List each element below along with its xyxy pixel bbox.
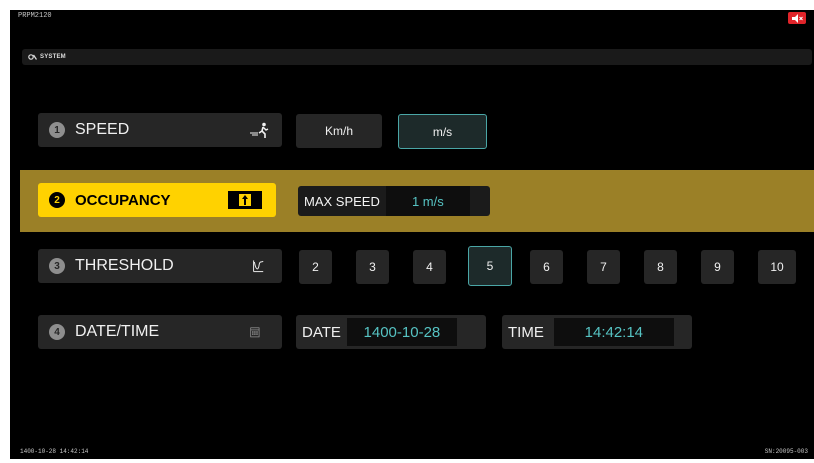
setting-label: SPEED <box>75 121 130 138</box>
mute-button[interactable] <box>788 12 806 24</box>
max-speed-field[interactable]: MAX SPEED 1 m/s <box>298 186 490 216</box>
waveform-icon <box>253 260 264 273</box>
footer-serial: SN:20095-003 <box>764 448 808 455</box>
threshold-option-8[interactable]: 8 <box>644 250 677 284</box>
walking-person-icon <box>250 122 269 138</box>
date-value: 1400-10-28 <box>346 318 457 346</box>
setting-threshold[interactable]: 3 THRESHOLD <box>38 249 282 283</box>
date-field[interactable]: DATE 1400-10-28 <box>296 315 486 349</box>
device-screen: PRPM2120 SYSTEM 1 SPEED Km/h m/s 2 OCCUP… <box>10 10 814 459</box>
time-field[interactable]: TIME 14:42:14 <box>502 315 692 349</box>
setting-label: OCCUPANCY <box>75 191 171 209</box>
door-exit-icon <box>228 191 262 209</box>
setting-occupancy[interactable]: 2 OCCUPANCY <box>38 183 276 217</box>
footer-timestamp: 1400-10-28 14:42:14 <box>20 448 89 455</box>
system-header: SYSTEM <box>22 49 812 65</box>
threshold-option-2[interactable]: 2 <box>299 250 332 284</box>
page-title: SYSTEM <box>40 54 66 60</box>
calendar-icon <box>250 327 260 338</box>
unit-kmh-button[interactable]: Km/h <box>296 114 382 148</box>
max-speed-label: MAX SPEED <box>304 193 380 209</box>
setting-number: 1 <box>49 122 65 138</box>
threshold-option-4[interactable]: 4 <box>413 250 446 284</box>
setting-label: DATE/TIME <box>75 323 160 340</box>
time-label: TIME <box>508 323 544 341</box>
threshold-option-10[interactable]: 10 <box>758 250 796 284</box>
time-value: 14:42:14 <box>553 318 674 346</box>
setting-number: 3 <box>49 258 65 274</box>
threshold-option-6[interactable]: 6 <box>530 250 563 284</box>
unit-ms-button[interactable]: m/s <box>398 114 487 149</box>
max-speed-value: 1 m/s <box>385 186 470 216</box>
speaker-mute-icon <box>791 13 803 23</box>
setting-number: 2 <box>49 192 65 208</box>
threshold-option-7[interactable]: 7 <box>587 250 620 284</box>
threshold-option-3[interactable]: 3 <box>356 250 389 284</box>
device-id: PRPM2120 <box>18 12 52 20</box>
setting-label: THRESHOLD <box>75 257 174 274</box>
setting-number: 4 <box>49 324 65 340</box>
gear-wrench-icon <box>28 54 37 60</box>
setting-speed[interactable]: 1 SPEED <box>38 113 282 147</box>
threshold-option-5[interactable]: 5 <box>468 246 512 286</box>
setting-datetime[interactable]: 4 DATE/TIME <box>38 315 282 349</box>
date-label: DATE <box>302 323 341 341</box>
threshold-option-9[interactable]: 9 <box>701 250 734 284</box>
